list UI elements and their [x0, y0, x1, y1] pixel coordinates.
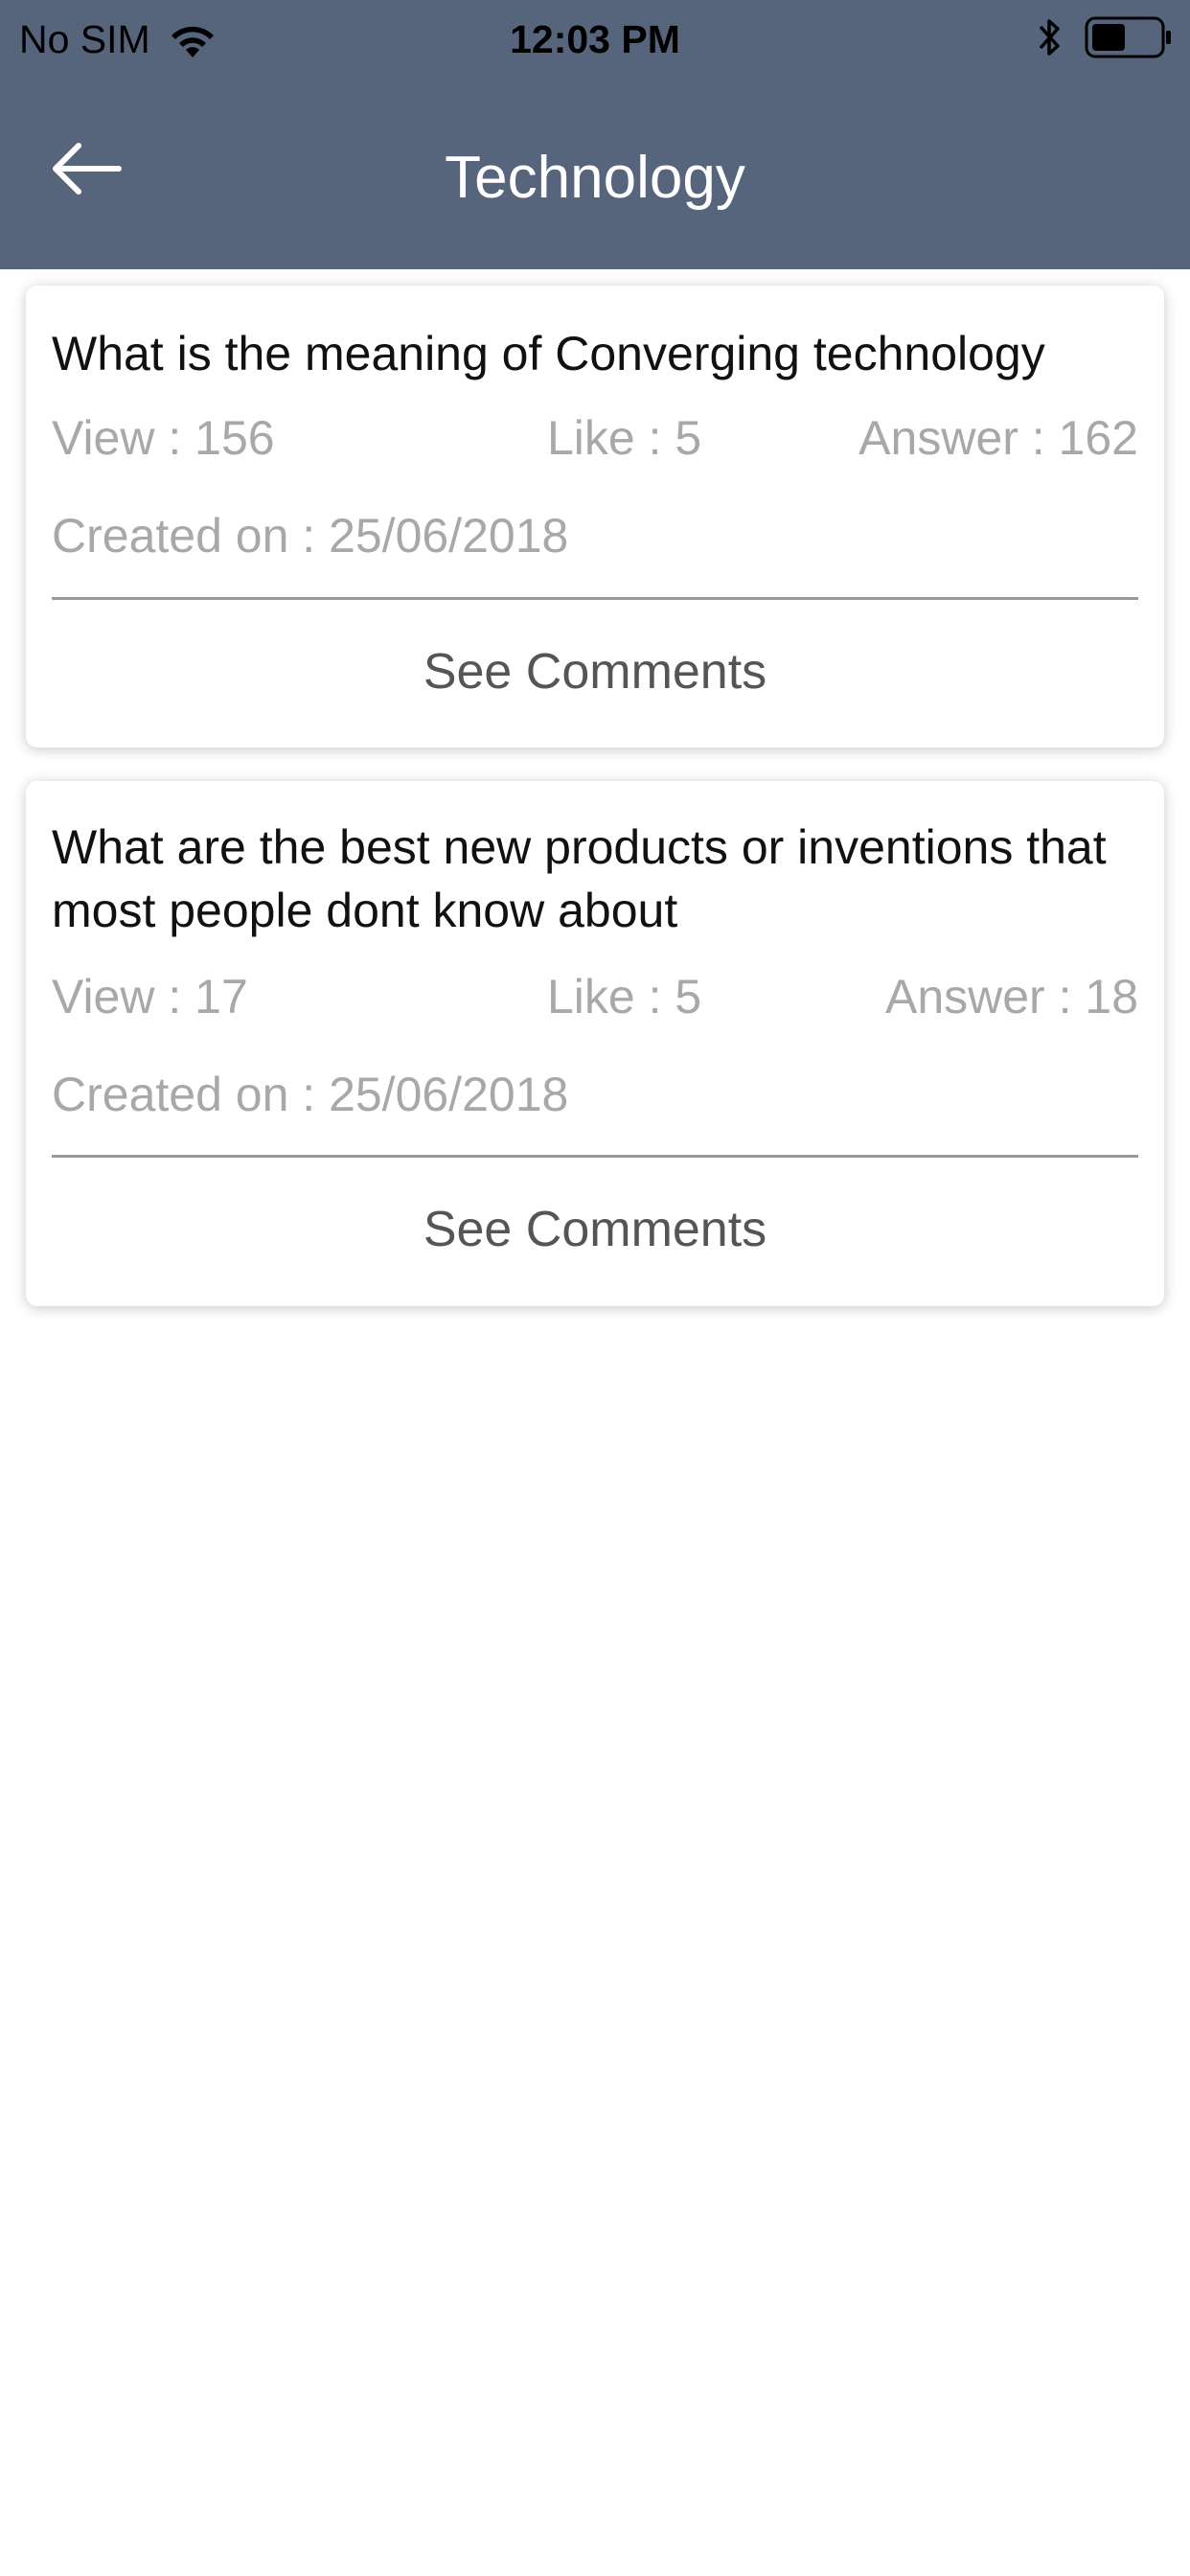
question-title[interactable]: What are the best new products or invent… — [52, 816, 1125, 942]
status-right-group — [1037, 13, 1173, 61]
like-count: Like : 5 — [547, 411, 702, 465]
created-date: Created on : 25/06/2018 — [52, 1068, 569, 1121]
status-time: 12:03 PM — [510, 17, 680, 61]
question-card[interactable]: What are the best new products or invent… — [26, 781, 1164, 1306]
page-title: Technology — [445, 145, 745, 211]
divider — [52, 597, 1138, 600]
stats-row: View : 156 Like : 5 Answer : 162 — [52, 410, 1138, 468]
header: No SIM 12:03 PM Technology — [0, 0, 1190, 269]
divider — [52, 1155, 1138, 1158]
bluetooth-icon — [1039, 19, 1060, 56]
nav-bar: Technology — [0, 80, 1190, 269]
like-count: Like : 5 — [547, 970, 702, 1024]
battery-icon — [1085, 16, 1171, 58]
status-bar: No SIM 12:03 PM — [0, 0, 1190, 80]
stats-row: View : 17 Like : 5 Answer : 18 — [52, 969, 1138, 1026]
see-comments-button[interactable]: See Comments — [26, 643, 1164, 701]
see-comments-button[interactable]: See Comments — [26, 1201, 1164, 1258]
screen: No SIM 12:03 PM Technology What is the m… — [0, 0, 1190, 2576]
created-date: Created on : 25/06/2018 — [52, 509, 569, 563]
view-count: View : 17 — [52, 970, 248, 1024]
answer-count: Answer : 18 — [884, 970, 1138, 1024]
question-title[interactable]: What is the meaning of Converging techno… — [52, 322, 1125, 385]
answer-count: Answer : 162 — [858, 411, 1138, 465]
view-count: View : 156 — [52, 411, 275, 465]
question-card[interactable]: What is the meaning of Converging techno… — [26, 286, 1164, 748]
